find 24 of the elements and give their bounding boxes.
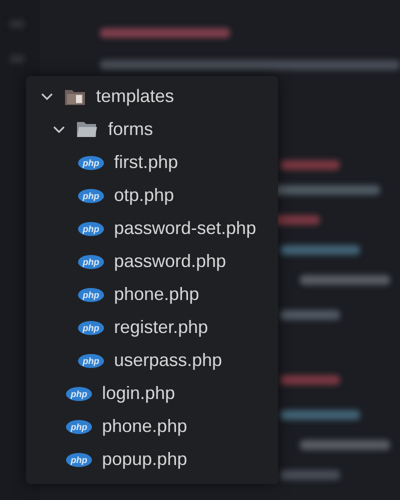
folder-name[interactable]: templates — [96, 86, 174, 107]
php-file-icon: php — [78, 354, 104, 368]
php-file-icon: php — [78, 288, 104, 302]
file-name[interactable]: otp.php — [114, 185, 174, 206]
folder-name[interactable]: forms — [108, 119, 153, 140]
php-file-icon: php — [66, 420, 92, 434]
folder-icon — [76, 121, 98, 138]
file-name[interactable]: password-set.php — [114, 218, 256, 239]
php-file-icon: php — [78, 320, 104, 334]
file-name[interactable]: password.php — [114, 251, 226, 272]
file-name[interactable]: register.php — [114, 317, 208, 338]
php-file-icon: php — [78, 156, 104, 170]
php-file-icon: php — [78, 254, 104, 268]
php-file-icon: php — [66, 452, 92, 466]
file-name[interactable]: login.php — [102, 383, 176, 404]
php-file-icon: php — [78, 222, 104, 236]
file-name[interactable]: first.php — [114, 152, 178, 173]
file-name[interactable]: phone.php — [102, 416, 188, 437]
file-name[interactable]: phone.php — [114, 284, 200, 305]
file-name[interactable]: popup.php — [102, 449, 188, 470]
php-file-icon: php — [66, 386, 92, 400]
file-name[interactable]: userpass.php — [114, 350, 222, 371]
php-file-icon: php — [78, 188, 104, 202]
folder-icon — [64, 88, 86, 106]
